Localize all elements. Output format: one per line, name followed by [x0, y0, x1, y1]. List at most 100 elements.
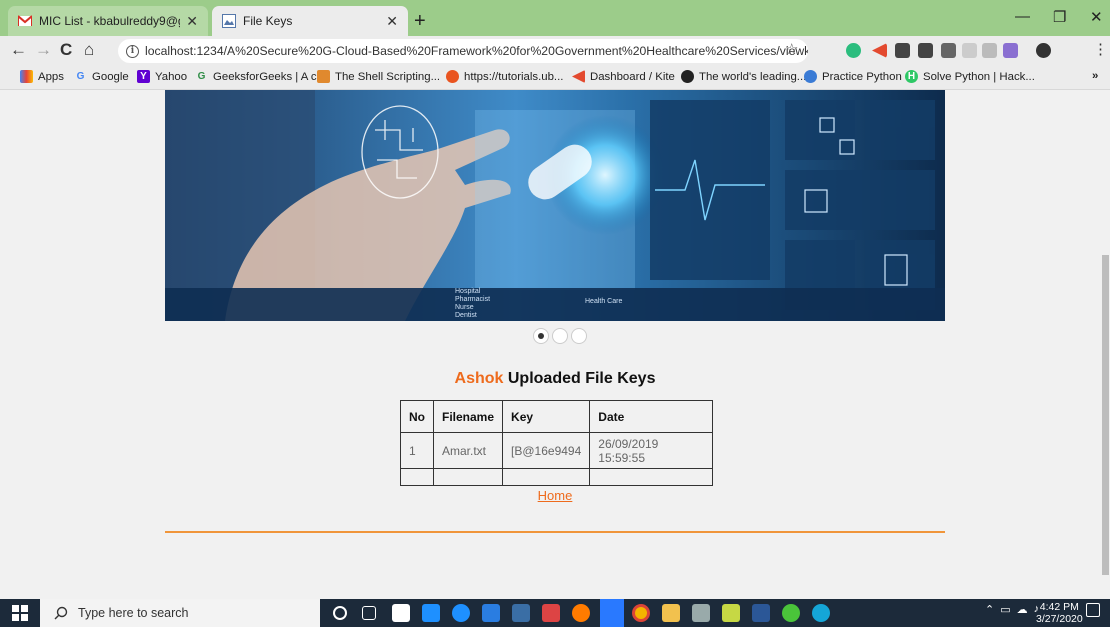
- app-icon[interactable]: [482, 604, 500, 622]
- table-row-empty: [400, 468, 714, 486]
- extension-icon[interactable]: [1003, 43, 1018, 58]
- shell-icon: [317, 70, 330, 83]
- windows-taskbar: Type here to search ⌃ ▭ ☁ ♪ 4:42 PM 3/27…: [0, 599, 1110, 627]
- info-icon[interactable]: i: [126, 44, 139, 58]
- carousel-dot[interactable]: [552, 328, 568, 344]
- bookmark-star-icon[interactable]: ☆: [785, 40, 798, 58]
- geeksforgeeks-icon: G: [197, 71, 206, 82]
- banner-label: Dentist: [455, 312, 477, 319]
- app-icon[interactable]: [542, 604, 560, 622]
- clock-date: 3/27/2020: [1036, 613, 1083, 625]
- carousel-dot[interactable]: [571, 328, 587, 344]
- onedrive-icon[interactable]: ☁: [1017, 603, 1028, 616]
- banner-label: Pharmacist: [455, 296, 490, 303]
- search-placeholder: Type here to search: [78, 606, 189, 620]
- word-icon[interactable]: [752, 604, 770, 622]
- carousel-indicators: [533, 328, 587, 344]
- extension-icon[interactable]: [941, 43, 956, 58]
- restore-icon[interactable]: ❐: [1053, 8, 1066, 26]
- column-header-date: Date: [589, 400, 714, 433]
- app-icon[interactable]: [782, 604, 800, 622]
- divider: [165, 531, 945, 533]
- bookmark-apps[interactable]: Apps: [20, 70, 64, 83]
- file-explorer-icon[interactable]: [662, 604, 680, 622]
- app-icon[interactable]: [722, 604, 740, 622]
- extension-icon[interactable]: [918, 43, 933, 58]
- kite-extension-icon[interactable]: [872, 43, 887, 58]
- store-icon[interactable]: [392, 604, 410, 622]
- forward-icon[interactable]: →: [35, 40, 52, 60]
- bookmark-hackerrank[interactable]: H Solve Python | Hack...: [905, 70, 1035, 83]
- column-header-filename: Filename: [432, 400, 504, 433]
- tab-gmail[interactable]: MIC List - kbabulreddy9@gmail. ✕: [8, 6, 208, 36]
- page-title-text: Uploaded File Keys: [507, 370, 656, 387]
- task-view-icon[interactable]: [362, 606, 376, 620]
- bookmark-practice-python[interactable]: Practice Python: [804, 70, 902, 83]
- bookmark-google[interactable]: G Google: [74, 70, 129, 83]
- scrollbar[interactable]: [1101, 90, 1110, 599]
- bookmark-github[interactable]: The world's leading...: [681, 70, 806, 83]
- tab-title: File Keys: [243, 14, 293, 28]
- user-name: Ashok: [454, 370, 504, 387]
- image-icon: [222, 14, 236, 28]
- bookmarks-bar: Apps G Google Y Yahoo G GeeksforGeeks | …: [0, 66, 1110, 90]
- kite-icon: [572, 70, 585, 83]
- bookmark-tutorials[interactable]: https://tutorials.ub...: [446, 70, 563, 83]
- system-tray: ⌃ ▭ ☁ ♪: [985, 603, 1039, 616]
- mail-icon[interactable]: [422, 604, 440, 622]
- reload-icon[interactable]: C: [60, 40, 72, 60]
- extension-icon[interactable]: [982, 43, 997, 58]
- vscode-icon[interactable]: [600, 599, 624, 627]
- extension-icon[interactable]: [962, 43, 977, 58]
- firefox-icon[interactable]: [572, 604, 590, 622]
- healthcare-banner-graphic: Hospital Pharmacist Nurse Dentist Health…: [165, 90, 945, 321]
- ubuntu-icon: [446, 70, 459, 83]
- cortana-icon[interactable]: [333, 606, 347, 620]
- cell-date: 26/09/2019 15:59:55: [589, 432, 714, 469]
- start-button[interactable]: [0, 599, 40, 627]
- bookmark-geeksforgeeks[interactable]: G GeeksforGeeks | A c...: [195, 70, 327, 83]
- profile-avatar-icon[interactable]: [1036, 43, 1051, 58]
- more-bookmarks-icon[interactable]: »: [1092, 70, 1098, 82]
- banner-image: Hospital Pharmacist Nurse Dentist Health…: [165, 90, 945, 321]
- app-icon[interactable]: [692, 604, 710, 622]
- clock[interactable]: 4:42 PM 3/27/2020: [1036, 601, 1083, 625]
- new-tab-button[interactable]: +: [414, 10, 426, 33]
- python-icon: [804, 70, 817, 83]
- battery-icon[interactable]: ▭: [1000, 603, 1010, 616]
- page-title: Ashok Uploaded File Keys: [0, 370, 1101, 388]
- bookmark-kite-dashboard[interactable]: Dashboard / Kite: [572, 70, 675, 83]
- windows-logo-icon: [12, 605, 28, 621]
- extension-icon[interactable]: [846, 43, 861, 58]
- scrollbar-thumb[interactable]: [1102, 255, 1109, 575]
- column-header-no: No: [400, 400, 434, 433]
- chrome-icon[interactable]: [632, 604, 650, 622]
- cell-no: 1: [400, 432, 434, 469]
- close-window-icon[interactable]: ✕: [1090, 8, 1103, 26]
- bookmark-yahoo[interactable]: Y Yahoo: [137, 70, 187, 83]
- taskbar-search[interactable]: Type here to search: [40, 599, 320, 627]
- home-icon[interactable]: ⌂: [84, 40, 94, 60]
- banner-label: Health Care: [585, 298, 622, 305]
- close-tab-icon[interactable]: ✕: [386, 13, 398, 30]
- carousel-dot[interactable]: [533, 328, 549, 344]
- edge-icon[interactable]: [452, 604, 470, 622]
- chevron-up-icon[interactable]: ⌃: [985, 603, 994, 616]
- home-link[interactable]: Home: [0, 488, 1101, 503]
- apps-grid-icon: [20, 70, 33, 83]
- extension-icon[interactable]: [895, 43, 910, 58]
- bookmark-shell-scripting[interactable]: The Shell Scripting...: [317, 70, 440, 83]
- page-content: Hospital Pharmacist Nurse Dentist Health…: [0, 90, 1101, 599]
- table-row: 1 Amar.txt [B@16e9494 26/09/2019 15:59:5…: [400, 432, 714, 469]
- notifications-icon[interactable]: [1086, 603, 1100, 617]
- search-icon: [54, 606, 68, 620]
- tab-title: MIC List - kbabulreddy9@gmail.: [39, 14, 180, 28]
- menu-icon[interactable]: ⋮: [1093, 40, 1108, 58]
- address-bar[interactable]: i localhost:1234/A%20Secure%20G-Cloud-Ba…: [118, 39, 808, 63]
- minimize-icon[interactable]: —: [1015, 8, 1030, 25]
- close-tab-icon[interactable]: ✕: [186, 13, 198, 30]
- back-icon[interactable]: ←: [10, 40, 27, 60]
- tab-file-keys[interactable]: File Keys ✕: [212, 6, 408, 36]
- app-icon[interactable]: [512, 604, 530, 622]
- app-icon[interactable]: [812, 604, 830, 622]
